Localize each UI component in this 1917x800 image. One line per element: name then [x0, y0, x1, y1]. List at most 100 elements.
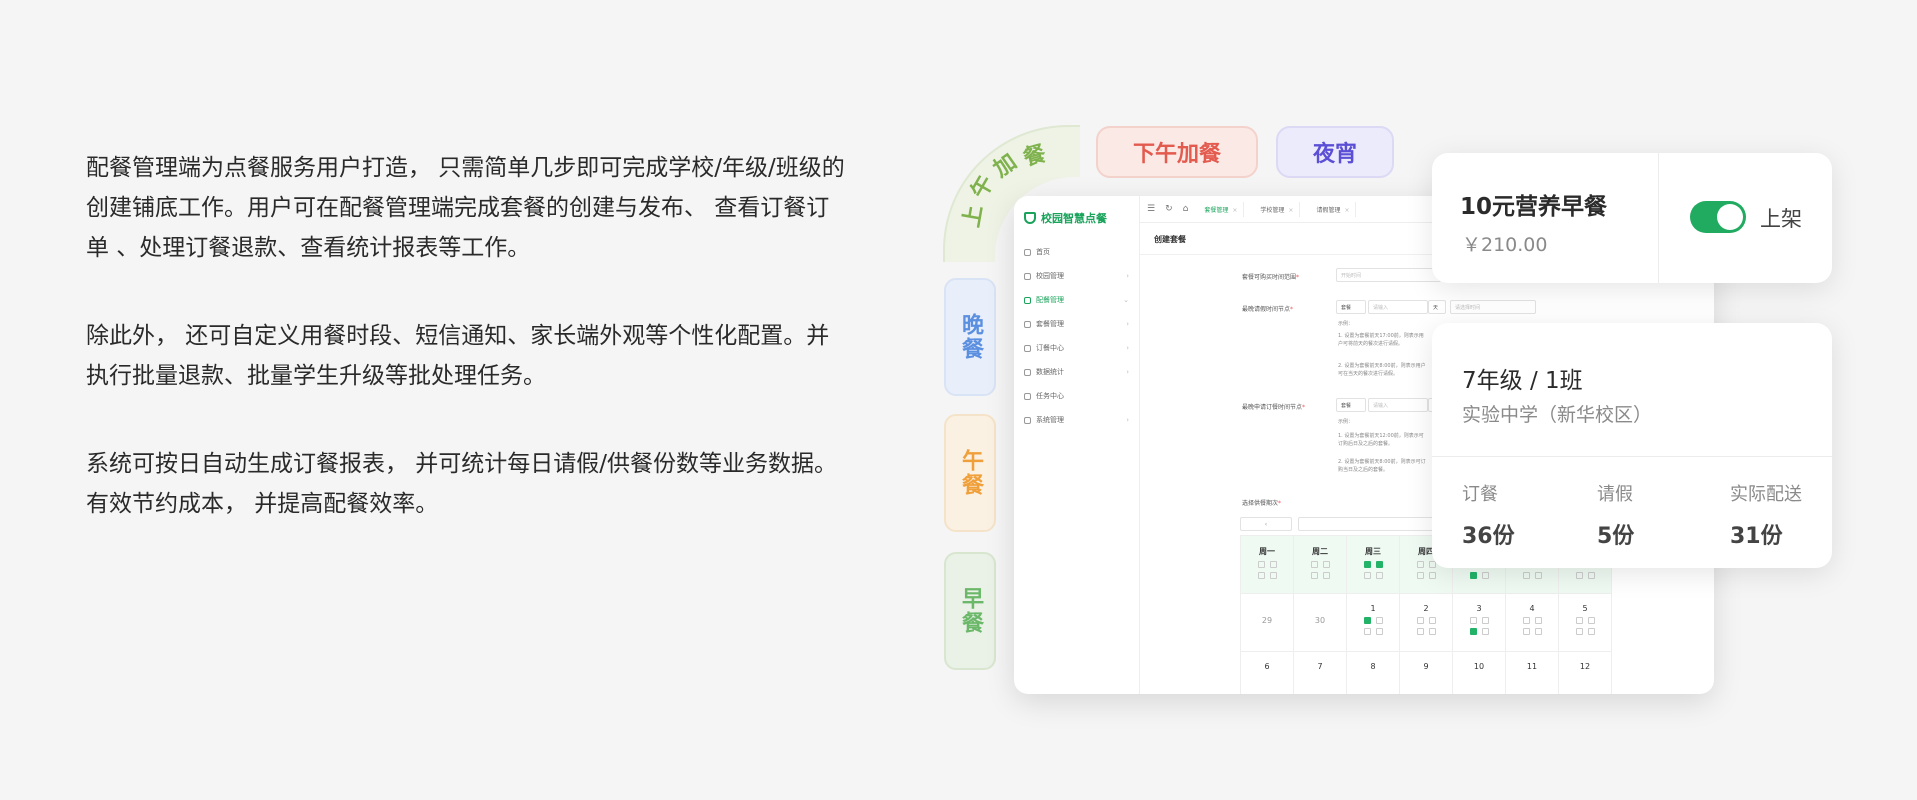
note-head-2: 示例：: [1338, 419, 1354, 425]
school-name: 实验中学（新华校区）: [1462, 404, 1653, 426]
package-icon: [1024, 320, 1031, 328]
sidebar-item-catering[interactable]: 配餐管理 ⌄: [1014, 288, 1139, 312]
home-icon[interactable]: ⌂: [1183, 204, 1189, 214]
calendar-day[interactable]: 4: [1506, 594, 1559, 652]
stat-label: 请假: [1597, 484, 1633, 505]
purchase-range-label: 套餐可购买时间范围*: [1242, 274, 1300, 281]
meal-icon: [1024, 296, 1031, 304]
package-title: 10元营养早餐: [1460, 194, 1608, 220]
calendar-day[interactable]: 10: [1453, 652, 1506, 694]
divider: [1432, 456, 1832, 457]
package-card: 10元营养早餐 ￥210.00 上架: [1432, 153, 1832, 283]
app-logo: 校园智慧点餐: [1014, 196, 1139, 236]
package-price: ￥210.00: [1462, 234, 1548, 256]
night-snack-tag[interactable]: 夜宵: [1276, 126, 1394, 178]
menu-icon[interactable]: ☰: [1147, 204, 1155, 214]
dinner-tag[interactable]: 晚餐: [944, 278, 996, 396]
page-title: 创建套餐: [1154, 235, 1186, 244]
stat-value: 31份: [1730, 524, 1783, 549]
sidebar: 校园智慧点餐 首页 校园管理 › 配餐管理 ⌄ 套餐管理 › 订餐中心 › 数据统计 › …: [1014, 196, 1140, 694]
order-icon: [1024, 344, 1031, 352]
chevron-right-icon: ›: [1126, 416, 1129, 424]
calendar-day[interactable]: 12: [1559, 652, 1612, 694]
sidebar-item-package[interactable]: 套餐管理 ›: [1014, 312, 1139, 336]
tab-package[interactable]: 套餐管理 ×: [1198, 201, 1245, 217]
weekday-header: 周一: [1241, 536, 1294, 594]
sidebar-item-campus[interactable]: 校园管理 ›: [1014, 264, 1139, 288]
sidebar-item-orders[interactable]: 订餐中心 ›: [1014, 336, 1139, 360]
calendar-day[interactable]: 11: [1506, 652, 1559, 694]
note-head: 示例：: [1338, 321, 1354, 327]
sidebar-nav: 首页 校园管理 › 配餐管理 ⌄ 套餐管理 › 订餐中心 › 数据统计 › 任务中心 系统…: [1014, 240, 1139, 432]
refresh-icon[interactable]: ↻: [1165, 204, 1173, 214]
calendar-day[interactable]: 7: [1294, 652, 1347, 694]
order-deadline-label: 最晚申请订餐时间节点*: [1242, 404, 1306, 411]
sidebar-item-stats[interactable]: 数据统计 ›: [1014, 360, 1139, 384]
calendar-day[interactable]: 5: [1559, 594, 1612, 652]
chevron-right-icon: ›: [1126, 344, 1129, 352]
listing-status: 上架: [1760, 207, 1802, 231]
building-icon: [1024, 272, 1031, 280]
close-icon[interactable]: ×: [1344, 207, 1349, 214]
order-note-2: 2. 设置为套餐前天8:00前，则表示可订购当日及之后的套餐。: [1338, 459, 1426, 473]
leave-days-input[interactable]: 请输入: [1368, 300, 1428, 314]
calendar-day[interactable]: 30: [1294, 594, 1347, 652]
chart-icon: [1024, 368, 1031, 376]
start-time-input[interactable]: 开始时间: [1336, 268, 1441, 282]
stat-ordered: 订餐 36份: [1462, 480, 1515, 550]
chevron-right-icon: ›: [1126, 320, 1129, 328]
stat-label: 订餐: [1462, 484, 1498, 505]
leave-note-2: 2. 设置为套餐前天8:00前，则表示用户可在当天的餐次进行请假。: [1338, 363, 1426, 377]
weekday-header: 周二: [1294, 536, 1347, 594]
intro-paragraph-1: 配餐管理端为点餐服务用户打造， 只需简单几步即可完成学校/年级/班级的创建铺底工…: [86, 155, 845, 261]
order-note-1: 1. 设置为套餐前天12:00前，则表示可订购后日及之后的套餐。: [1338, 433, 1424, 447]
class-stats-card: 7年级 / 1班 实验中学（新华校区） 订餐 36份 请假 5份 实际配送 31…: [1432, 323, 1832, 568]
tab-school[interactable]: 学校管理 ×: [1254, 201, 1301, 217]
toggle-knob: [1717, 204, 1743, 230]
leave-note-1: 1. 设置为套餐前天17:00前，则表示用户可将前天的餐次进行请假。: [1338, 333, 1424, 347]
gear-icon: [1024, 416, 1031, 424]
prev-month-button[interactable]: ‹: [1240, 517, 1292, 531]
leave-time-input[interactable]: 请选择时间: [1450, 300, 1536, 314]
intro-paragraph-2: 除此外， 还可自定义用餐时段、短信通知、家长端外观等个性化配置。并执行批量退款、…: [86, 323, 830, 389]
chevron-right-icon: ›: [1126, 368, 1129, 376]
intro-text: 配餐管理端为点餐服务用户打造， 只需简单几步即可完成学校/年级/班级的创建铺底工…: [86, 148, 846, 572]
shield-icon: [1024, 212, 1036, 224]
lunch-tag[interactable]: 午餐: [944, 414, 996, 532]
listing-toggle[interactable]: [1690, 201, 1746, 233]
calendar-day[interactable]: 9: [1400, 652, 1453, 694]
sidebar-item-system[interactable]: 系统管理 ›: [1014, 408, 1139, 432]
intro-paragraph-3: 系统可按日自动生成订餐报表， 并可统计每日请假/供餐份数等业务数据。有效节约成本…: [86, 451, 838, 517]
chevron-right-icon: ›: [1126, 272, 1129, 280]
task-icon: [1024, 392, 1031, 400]
tab-leave[interactable]: 请假管理 ×: [1310, 201, 1357, 217]
sidebar-item-home[interactable]: 首页: [1014, 240, 1139, 264]
calendar-day[interactable]: 6: [1241, 652, 1294, 694]
stat-value: 36份: [1462, 524, 1515, 549]
weekday-header: 周三: [1347, 536, 1400, 594]
calendar-day[interactable]: 2: [1400, 594, 1453, 652]
order-package-select[interactable]: 套餐: [1336, 398, 1366, 412]
stat-leave: 请假 5份: [1597, 480, 1634, 550]
close-icon[interactable]: ×: [1232, 207, 1237, 214]
leave-package-select[interactable]: 套餐: [1336, 300, 1366, 314]
afternoon-snack-tag[interactable]: 下午加餐: [1096, 126, 1258, 178]
stat-delivered: 实际配送 31份: [1730, 480, 1802, 550]
leave-deadline-label: 最晚请假时间节点*: [1242, 306, 1294, 313]
order-days-input[interactable]: 请输入: [1368, 398, 1428, 412]
divider: [1658, 153, 1659, 283]
stat-label: 实际配送: [1730, 484, 1802, 505]
breakfast-tag[interactable]: 早餐: [944, 552, 996, 670]
chevron-down-icon: ⌄: [1123, 296, 1129, 304]
calendar-day[interactable]: 1: [1347, 594, 1400, 652]
calendar-day[interactable]: 3: [1453, 594, 1506, 652]
stat-value: 5份: [1597, 524, 1635, 549]
sidebar-item-tasks[interactable]: 任务中心: [1014, 384, 1139, 408]
calendar-day[interactable]: 29: [1241, 594, 1294, 652]
home-icon: [1024, 248, 1031, 256]
close-icon[interactable]: ×: [1288, 207, 1293, 214]
meal-period-label: 选择供餐期次*: [1242, 500, 1282, 507]
leave-days-unit: 天: [1428, 300, 1446, 314]
class-name: 7年级 / 1班: [1462, 368, 1583, 394]
calendar-day[interactable]: 8: [1347, 652, 1400, 694]
